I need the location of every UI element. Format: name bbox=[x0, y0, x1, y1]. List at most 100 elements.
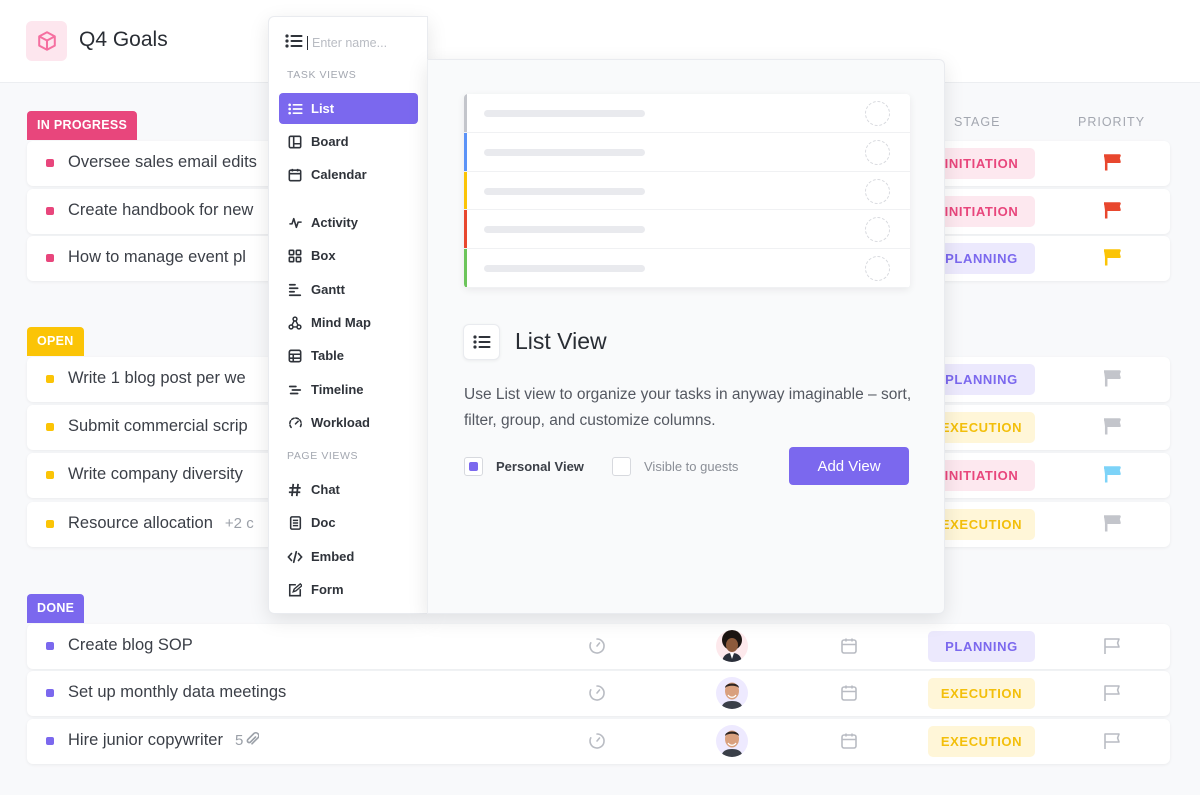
page-views-label: PAGE VIEWS bbox=[287, 450, 359, 462]
time-tracker-icon[interactable] bbox=[588, 637, 606, 660]
add-view-popup: TASK VIEWS List Board Calendar Activity … bbox=[268, 16, 945, 614]
mock-status-bar bbox=[464, 94, 467, 132]
mock-assignee-placeholder bbox=[865, 217, 890, 243]
column-header-stage[interactable]: STAGE bbox=[954, 115, 1000, 129]
doc-icon bbox=[287, 515, 303, 531]
mock-status-bar bbox=[464, 171, 467, 210]
view-option-doc[interactable]: Doc bbox=[279, 507, 418, 538]
view-option-list[interactable]: List bbox=[279, 93, 418, 124]
task-name[interactable]: Oversee sales email edits bbox=[68, 153, 257, 172]
task-row[interactable]: Hire junior copywriter 5 EXECUTION bbox=[27, 719, 1170, 764]
mock-text-placeholder bbox=[484, 265, 645, 273]
mock-text-placeholder bbox=[484, 110, 645, 117]
priority-flag-icon[interactable] bbox=[1102, 466, 1122, 489]
task-name[interactable]: Create blog SOP bbox=[68, 636, 193, 655]
list-view-illustration bbox=[464, 94, 910, 288]
board-icon bbox=[287, 134, 303, 150]
due-date-icon[interactable] bbox=[840, 684, 858, 707]
mock-task-row bbox=[464, 249, 910, 288]
status-dot[interactable] bbox=[46, 207, 54, 215]
view-option-mind-map[interactable]: Mind Map bbox=[279, 307, 418, 338]
view-option-chat[interactable]: Chat bbox=[279, 474, 418, 505]
calendar-icon bbox=[287, 167, 303, 183]
stage-badge[interactable]: PLANNING bbox=[928, 631, 1035, 662]
view-name-field[interactable] bbox=[285, 33, 397, 53]
add-view-button[interactable]: Add View bbox=[789, 447, 909, 485]
mock-task-row bbox=[464, 171, 910, 211]
priority-flag-icon[interactable] bbox=[1102, 418, 1122, 441]
view-option-table[interactable]: Table bbox=[279, 340, 418, 371]
priority-flag-icon[interactable] bbox=[1102, 202, 1122, 225]
mock-text-placeholder bbox=[484, 148, 645, 156]
status-dot[interactable] bbox=[46, 159, 54, 167]
preview-title: List View bbox=[515, 328, 607, 354]
stage-badge[interactable]: EXECUTION bbox=[928, 726, 1035, 757]
view-option-form[interactable]: Form bbox=[279, 574, 418, 605]
view-name-input[interactable] bbox=[307, 36, 397, 50]
status-dot[interactable] bbox=[46, 254, 54, 262]
view-option-activity[interactable]: Activity bbox=[279, 207, 418, 238]
task-row[interactable]: Set up monthly data meetings EXECUTION bbox=[27, 671, 1170, 716]
priority-flag-icon[interactable] bbox=[1102, 515, 1122, 538]
mock-assignee-placeholder bbox=[865, 256, 890, 282]
personal-view-checkbox[interactable] bbox=[464, 457, 483, 476]
group-status-tag[interactable]: OPEN bbox=[27, 327, 84, 356]
priority-flag-icon[interactable] bbox=[1102, 370, 1122, 393]
stage-badge[interactable]: EXECUTION bbox=[928, 678, 1035, 709]
priority-flag-icon[interactable] bbox=[1102, 249, 1122, 272]
column-header-priority[interactable]: PRIORITY bbox=[1078, 115, 1145, 129]
mock-assignee-placeholder bbox=[865, 101, 890, 126]
code-icon bbox=[287, 549, 303, 565]
view-option-calendar[interactable]: Calendar bbox=[279, 159, 418, 190]
status-dot[interactable] bbox=[46, 737, 54, 745]
group-status-tag[interactable]: DONE bbox=[27, 594, 85, 623]
avatar-man-smiling[interactable] bbox=[716, 725, 748, 757]
task-extra-count[interactable]: +2 c bbox=[225, 515, 254, 532]
view-option-box[interactable]: Box bbox=[279, 240, 418, 271]
task-name[interactable]: Hire junior copywriter 5 bbox=[68, 731, 260, 751]
hashtag-icon bbox=[287, 482, 303, 498]
mock-text-placeholder bbox=[484, 187, 645, 195]
avatar-man-smiling[interactable] bbox=[716, 677, 748, 709]
task-views-label: TASK VIEWS bbox=[287, 69, 357, 81]
view-option-workload[interactable]: Workload bbox=[279, 407, 418, 438]
view-option-timeline[interactable]: Timeline bbox=[279, 374, 418, 405]
task-row[interactable]: Create blog SOP PLANNING bbox=[27, 624, 1170, 669]
status-dot[interactable] bbox=[46, 642, 54, 650]
task-name[interactable]: Set up monthly data meetings bbox=[68, 683, 286, 702]
priority-flag-empty-icon[interactable] bbox=[1102, 637, 1122, 660]
view-preview-panel: List View Use List view to organize your… bbox=[427, 59, 945, 614]
view-option-embed[interactable]: Embed bbox=[279, 541, 418, 572]
view-option-gantt[interactable]: Gantt bbox=[279, 274, 418, 305]
gantt-icon bbox=[287, 282, 303, 298]
mock-status-bar bbox=[464, 132, 467, 171]
avatar-curly-hair[interactable] bbox=[716, 630, 748, 662]
visible-to-guests-checkbox[interactable] bbox=[612, 457, 631, 476]
status-dot[interactable] bbox=[46, 471, 54, 479]
group-status-tag[interactable]: IN PROGRESS bbox=[27, 111, 138, 140]
status-dot[interactable] bbox=[46, 375, 54, 383]
task-name[interactable]: How to manage event pl bbox=[68, 248, 246, 267]
due-date-icon[interactable] bbox=[840, 732, 858, 755]
task-name[interactable]: Submit commercial scrip bbox=[68, 417, 248, 436]
due-date-icon[interactable] bbox=[840, 637, 858, 660]
status-dot[interactable] bbox=[46, 689, 54, 697]
priority-flag-empty-icon[interactable] bbox=[1102, 684, 1122, 707]
status-dot[interactable] bbox=[46, 423, 54, 431]
priority-flag-icon[interactable] bbox=[1102, 154, 1122, 177]
list-icon bbox=[463, 324, 500, 360]
mock-assignee-placeholder bbox=[865, 139, 890, 165]
cube-icon[interactable] bbox=[26, 21, 67, 61]
time-tracker-icon[interactable] bbox=[588, 684, 606, 707]
time-tracker-icon[interactable] bbox=[588, 732, 606, 755]
task-name[interactable]: Write company diversity bbox=[68, 465, 243, 484]
status-dot[interactable] bbox=[46, 520, 54, 528]
task-name[interactable]: Write 1 blog post per we bbox=[68, 369, 246, 388]
view-option-board[interactable]: Board bbox=[279, 126, 418, 157]
task-name[interactable]: Create handbook for new bbox=[68, 201, 253, 220]
mock-text-placeholder bbox=[484, 226, 645, 234]
table-icon bbox=[287, 348, 303, 364]
priority-flag-empty-icon[interactable] bbox=[1102, 732, 1122, 755]
task-name[interactable]: Resource allocation +2 c bbox=[68, 514, 254, 533]
task-extra-count[interactable]: 5 bbox=[235, 732, 260, 749]
